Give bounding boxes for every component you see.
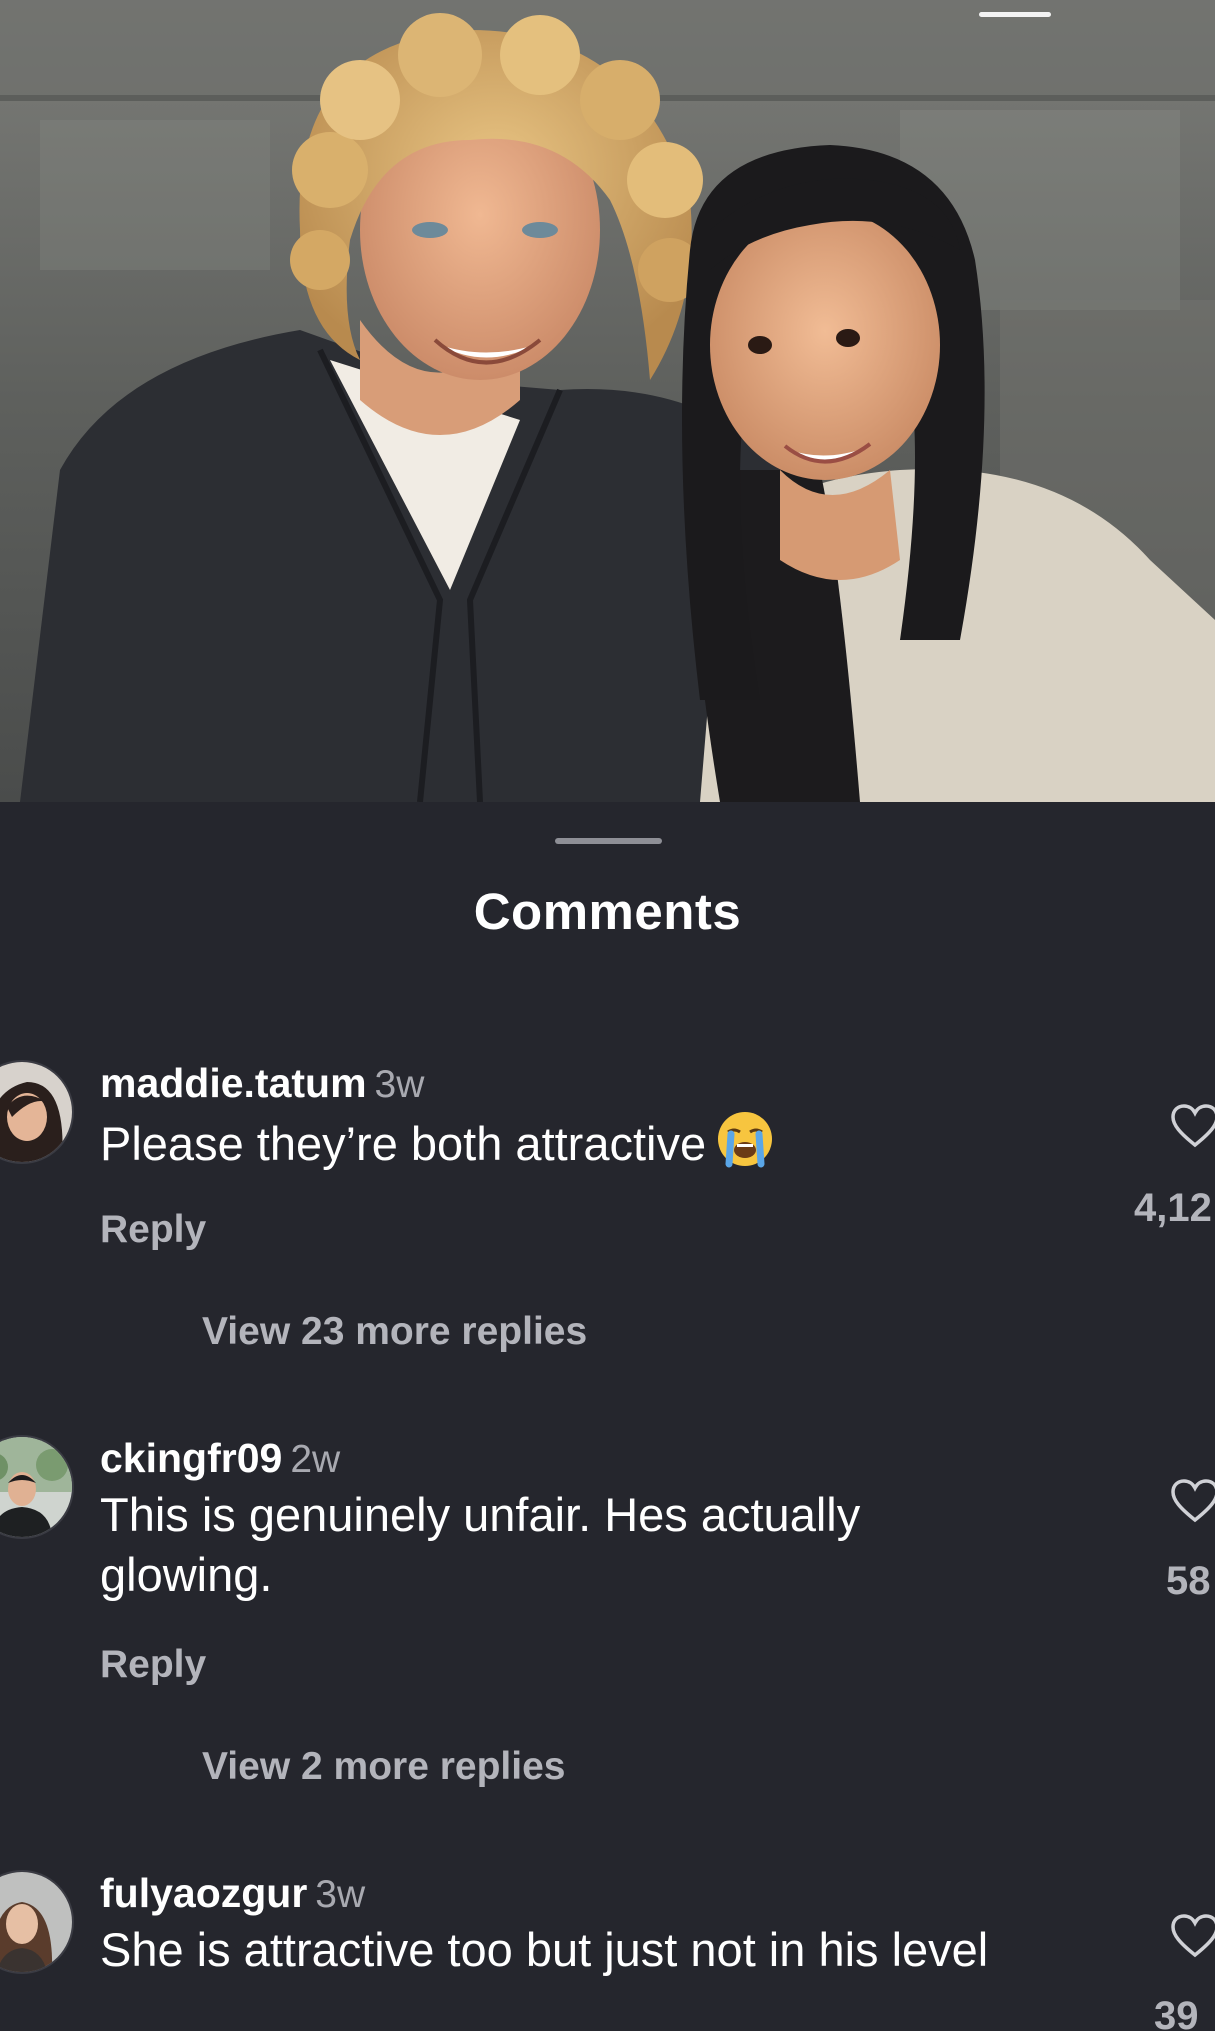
view-replies-button[interactable]: View 2 more replies <box>202 1745 565 1789</box>
avatar-image <box>0 1872 72 1972</box>
like-count: 4,12 <box>1134 1186 1212 1230</box>
comment-time: 3w <box>374 1063 425 1106</box>
avatar[interactable] <box>0 1060 74 1164</box>
screen: Comments maddie.tatum 3w Please they’re b… <box>0 0 1215 2031</box>
comment-username[interactable]: fulyaozgur <box>100 1870 307 1916</box>
comment-text: Please they’re both attractive <box>100 1110 1020 1182</box>
comment-header: fulyaozgur 3w <box>100 1870 365 1917</box>
couple-photo <box>0 0 1215 802</box>
sheet-grabber[interactable] <box>555 838 662 844</box>
sheet-title: Comments <box>473 883 742 940</box>
heart-icon <box>1171 1479 1215 1523</box>
reply-button[interactable]: Reply <box>100 1208 206 1252</box>
post-photo[interactable] <box>0 0 1215 802</box>
like-button[interactable] <box>1170 1478 1215 1528</box>
like-button[interactable] <box>1170 1913 1215 1963</box>
comment-time: 2w <box>290 1438 341 1481</box>
avatar[interactable] <box>0 1870 74 1974</box>
comments-sheet: Comments maddie.tatum 3w Please they’re b… <box>0 802 1215 2031</box>
comment-time: 3w <box>315 1873 366 1916</box>
comment-text-body: Please they’re both attractive <box>100 1117 707 1170</box>
comment-username[interactable]: ckingfr09 <box>100 1435 282 1481</box>
like-count: 39 <box>1154 1994 1199 2031</box>
avatar-image <box>0 1437 72 1537</box>
avatar-image <box>0 1062 72 1162</box>
heart-icon <box>1171 1104 1215 1148</box>
like-button[interactable] <box>1170 1103 1215 1153</box>
heart-icon <box>1171 1914 1215 1958</box>
comment-username[interactable]: maddie.tatum <box>100 1060 367 1106</box>
view-replies-button[interactable]: View 23 more replies <box>202 1310 587 1354</box>
comment-text: She is attractive too but just not in hi… <box>100 1923 989 1976</box>
avatar[interactable] <box>0 1435 74 1539</box>
like-count: 58 <box>1166 1559 1211 1603</box>
top-indicator <box>979 12 1051 17</box>
reply-button[interactable]: Reply <box>100 1643 206 1687</box>
comment-text: This is genuinely unfair. Hes actually g… <box>100 1488 861 1601</box>
comment-header: maddie.tatum 3w <box>100 1060 424 1107</box>
loudly-crying-face-emoji <box>716 1110 774 1182</box>
comment-header: ckingfr09 2w <box>100 1435 340 1482</box>
